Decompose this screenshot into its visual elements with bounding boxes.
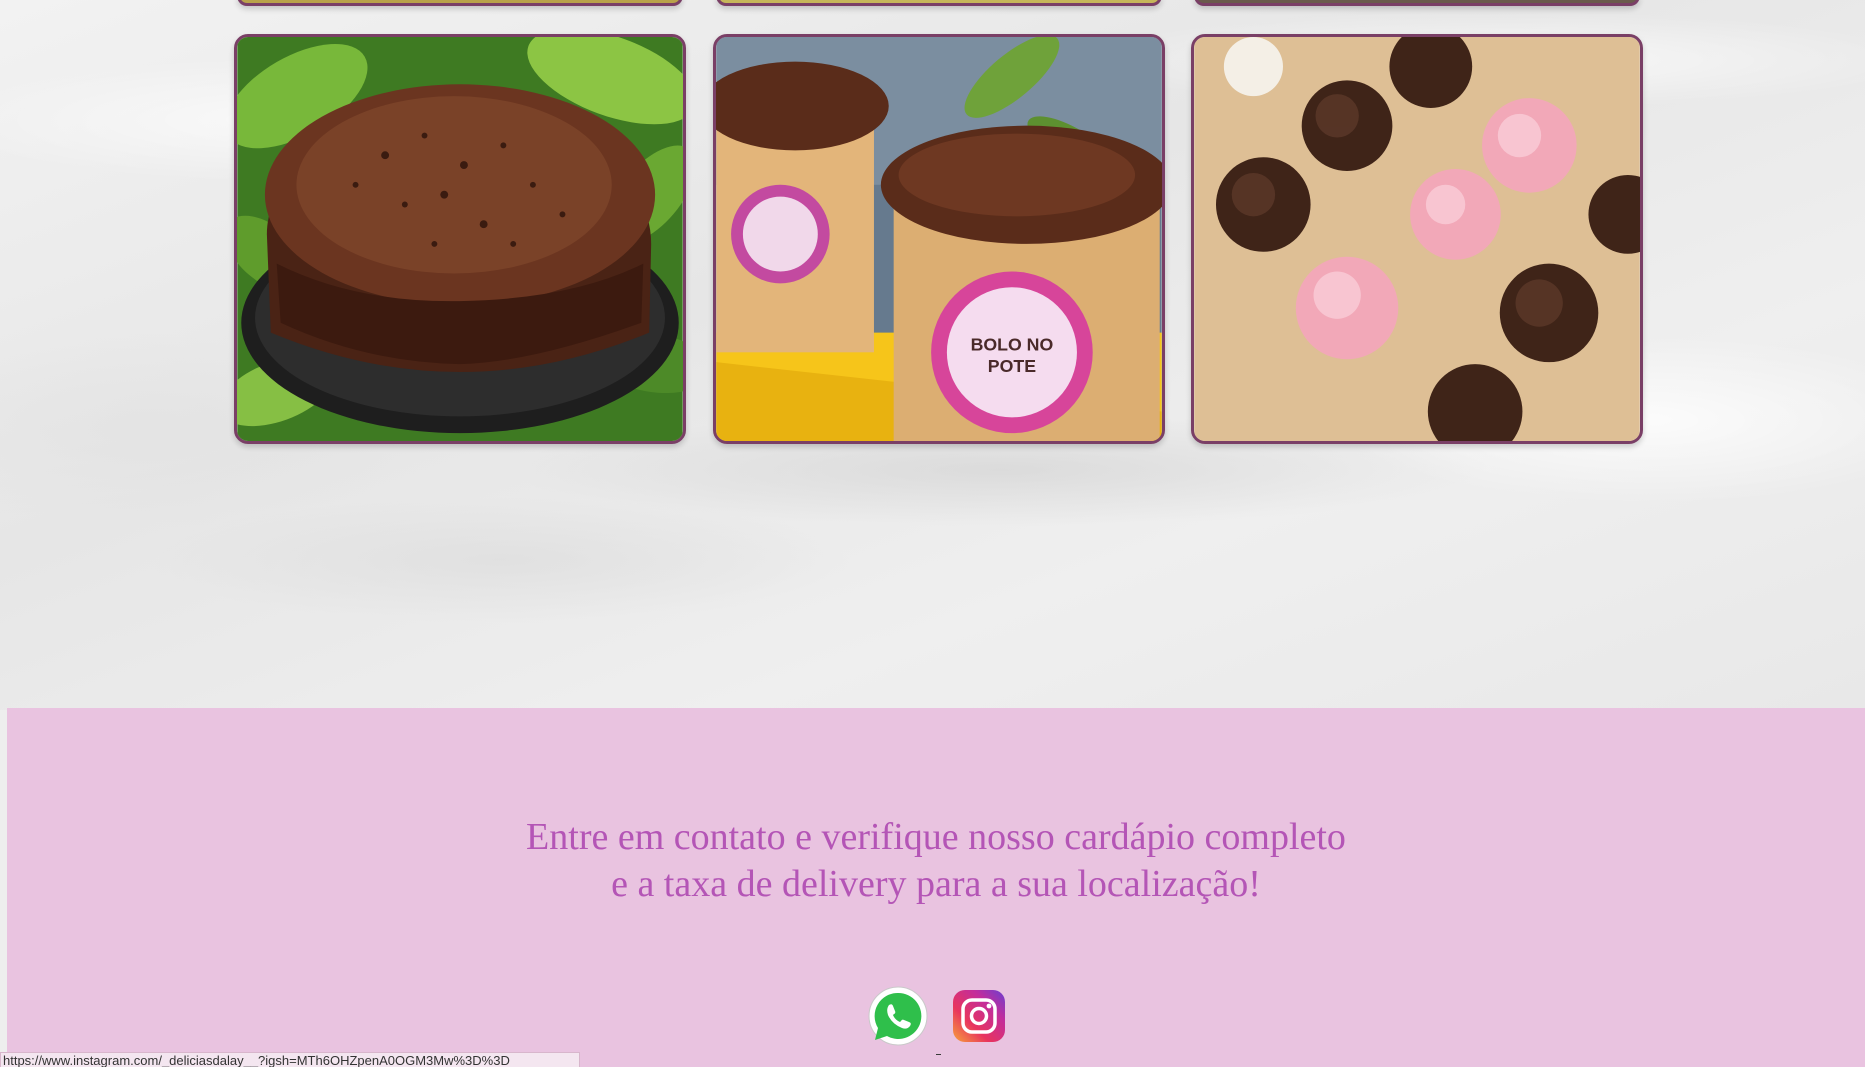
- contact-message: Entre em contato e verifique nosso cardá…: [7, 814, 1865, 908]
- whatsapp-link[interactable]: [866, 985, 930, 1049]
- gallery-card-brigadeiros[interactable]: [1191, 34, 1643, 444]
- gallery-card-top-2[interactable]: [716, 0, 1162, 6]
- whatsapp-icon: [868, 986, 928, 1046]
- status-bar-url: https://www.instagram.com/_deliciasdalay…: [0, 1052, 580, 1067]
- gallery-card-top-1[interactable]: [237, 0, 683, 6]
- gallery-card-bolo-no-pote[interactable]: BOLO NO POTE: [713, 34, 1165, 444]
- chocolate-cake-photo: [237, 37, 683, 441]
- contact-message-line-2: e a taxa de delivery para a sua localiza…: [611, 863, 1261, 905]
- instagram-icon: [953, 990, 1005, 1042]
- svg-text:BOLO NO: BOLO NO: [971, 334, 1054, 354]
- bolo-no-pote-photo: BOLO NO POTE: [716, 37, 1162, 441]
- contact-section: Entre em contato e verifique nosso cardá…: [7, 708, 1865, 1067]
- brigadeiros-photo: [1194, 37, 1640, 441]
- gallery-card-chocolate-cake[interactable]: [234, 34, 686, 444]
- instagram-link[interactable]: [953, 990, 1005, 1042]
- link-underline: [936, 1054, 941, 1055]
- gallery-card-top-3[interactable]: [1194, 0, 1640, 6]
- svg-text:POTE: POTE: [988, 356, 1036, 376]
- contact-message-line-1: Entre em contato e verifique nosso cardá…: [526, 816, 1346, 858]
